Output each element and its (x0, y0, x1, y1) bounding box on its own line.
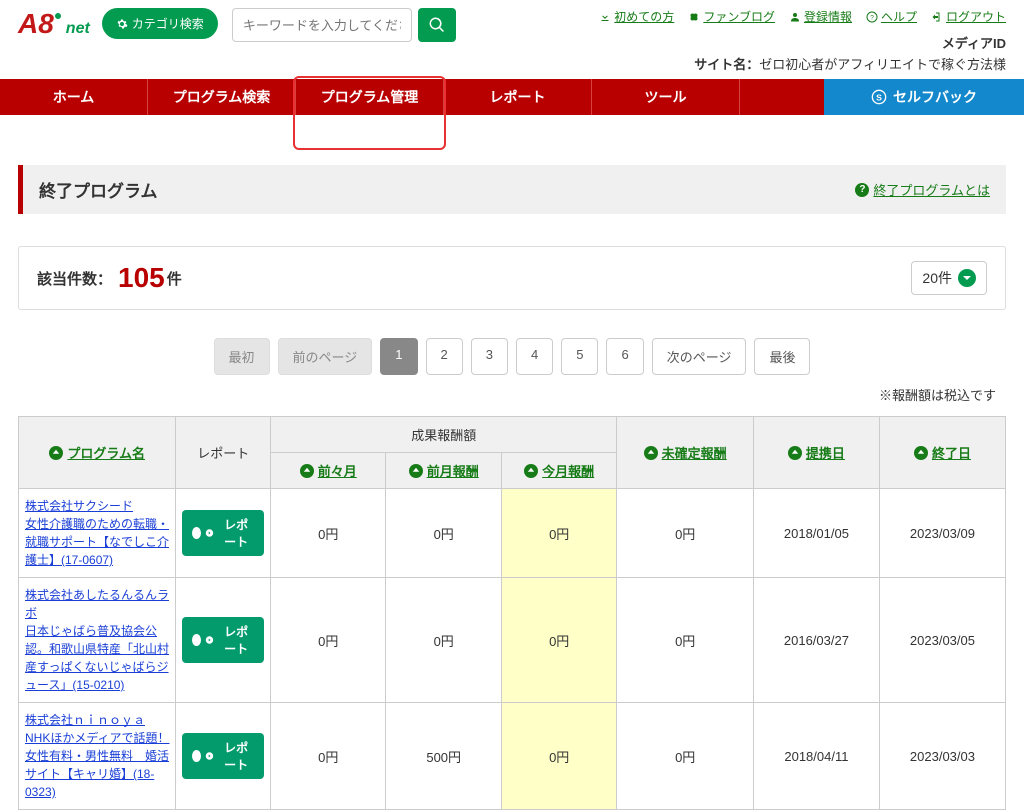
th-unconfirmed[interactable]: 未確定報酬 (662, 443, 727, 462)
table-row: 株式会社ｎｉｎｏｙａNHKほかメディアで話題！女性有料・男性無料 婚活サイト【キ… (19, 703, 1006, 810)
cell-partner-date: 2018/01/05 (753, 489, 879, 578)
cell-thismonth: 0円 (501, 489, 617, 578)
question-icon: ? (855, 183, 869, 197)
clover-icon (688, 11, 700, 23)
cell-partner-date: 2016/03/27 (753, 578, 879, 703)
sort-icon (49, 446, 63, 460)
page-prev: 前のページ (278, 338, 373, 375)
sort-icon (788, 446, 802, 460)
page-title: 終了プログラム (39, 177, 158, 202)
chevron-down-icon (958, 269, 976, 287)
page-5[interactable]: 5 (561, 338, 598, 375)
cog-icon (116, 18, 128, 30)
count-label: 該当件数： (37, 268, 112, 289)
page-1[interactable]: 1 (380, 338, 417, 375)
th-end-date[interactable]: 終了日 (932, 443, 971, 462)
selfback-icon: S (871, 89, 887, 105)
page-first: 最初 (214, 338, 270, 375)
cell-2months: 0円 (270, 578, 385, 703)
th-program[interactable]: プログラム名 (67, 443, 145, 462)
page-2[interactable]: 2 (426, 338, 463, 375)
program-link[interactable]: 株式会社あしたるんるんラボ日本じゃばら普及協会公認。和歌山県特産「北山村産すっぱ… (25, 586, 169, 694)
th-lastmonth[interactable]: 前月報酬 (427, 461, 479, 480)
table-row: 株式会社あしたるんるんラボ日本じゃばら普及協会公認。和歌山県特産「北山村産すっぱ… (19, 578, 1006, 703)
cell-end-date: 2023/03/05 (879, 578, 1005, 703)
cell-unconfirmed: 0円 (617, 489, 753, 578)
report-button[interactable]: レポート (182, 617, 263, 663)
cell-end-date: 2023/03/03 (879, 703, 1005, 810)
count-value: 105 (118, 262, 165, 294)
th-thismonth[interactable]: 今月報酬 (542, 461, 594, 480)
tab-report[interactable]: レポート (444, 79, 592, 115)
svg-text:S: S (876, 92, 882, 102)
results-table: プログラム名 レポート 成果報酬額 未確定報酬 提携日 終了日 前々月 前月報酬… (18, 416, 1006, 810)
link-whatis[interactable]: 終了プログラムとは (873, 180, 990, 199)
link-help[interactable]: ?ヘルプ (866, 8, 917, 25)
tab-program-manage[interactable]: プログラム管理 (296, 79, 444, 115)
tax-note: ※報酬額は税込です (0, 381, 1024, 416)
main-nav: ホーム プログラム検索 プログラム管理 レポート ツール S セルフバック (0, 79, 1024, 115)
sort-icon (524, 464, 538, 478)
category-search-button[interactable]: カテゴリ検索 (102, 8, 218, 39)
program-link[interactable]: 株式会社ｎｉｎｏｙａNHKほかメディアで話題！女性有料・男性無料 婚活サイト【キ… (25, 711, 169, 801)
search-icon (428, 16, 446, 34)
cell-end-date: 2023/03/09 (879, 489, 1005, 578)
cell-2months: 0円 (270, 489, 385, 578)
th-report: レポート (176, 417, 270, 489)
tab-program-search[interactable]: プログラム検索 (148, 79, 296, 115)
svg-text:?: ? (870, 14, 874, 21)
page-next[interactable]: 次のページ (652, 338, 747, 375)
user-icon (789, 11, 801, 23)
question-icon: ? (866, 11, 878, 23)
logo[interactable]: A8net (18, 8, 90, 40)
logout-icon (931, 11, 943, 23)
count-unit: 件 (167, 268, 182, 289)
cell-thismonth: 0円 (501, 578, 617, 703)
page-4[interactable]: 4 (516, 338, 553, 375)
cell-lastmonth: 0円 (386, 578, 501, 703)
page-6[interactable]: 6 (606, 338, 643, 375)
link-logout[interactable]: ログアウト (931, 8, 1006, 25)
perpage-select[interactable]: 20件 (911, 261, 987, 295)
report-button[interactable]: レポート (182, 733, 263, 779)
table-row: 株式会社サクシード女性介護職のための転職・就職サポート【なでしこ介護士】(17-… (19, 489, 1006, 578)
search-button[interactable] (418, 8, 456, 42)
link-fanblog[interactable]: ファンブログ (688, 8, 775, 25)
sort-icon (300, 464, 314, 478)
th-partner-date[interactable]: 提携日 (806, 443, 845, 462)
sort-icon (409, 464, 423, 478)
cell-lastmonth: 0円 (386, 489, 501, 578)
cell-unconfirmed: 0円 (617, 578, 753, 703)
program-link[interactable]: 株式会社サクシード女性介護職のための転職・就職サポート【なでしこ介護士】(17-… (25, 497, 169, 569)
tab-selfback[interactable]: S セルフバック (824, 79, 1024, 115)
media-id-line: メディアID (599, 33, 1006, 52)
sort-icon (914, 446, 928, 460)
sort-icon (644, 446, 658, 460)
th-2months[interactable]: 前々月 (318, 461, 357, 480)
link-beginner[interactable]: 初めての方 (599, 8, 674, 25)
pagination: 最初 前のページ 1 2 3 4 5 6 次のページ 最後 (0, 338, 1024, 375)
cell-lastmonth: 500円 (386, 703, 501, 810)
download-icon (599, 11, 611, 23)
tab-tool[interactable]: ツール (592, 79, 740, 115)
tab-home[interactable]: ホーム (0, 79, 148, 115)
cell-2months: 0円 (270, 703, 385, 810)
page-last[interactable]: 最後 (754, 338, 810, 375)
cell-unconfirmed: 0円 (617, 703, 753, 810)
cell-thismonth: 0円 (501, 703, 617, 810)
site-name-line: サイト名：ゼロ初心者がアフィリエイトで稼ぐ方法様 (599, 54, 1006, 73)
cell-partner-date: 2018/04/11 (753, 703, 879, 810)
page-3[interactable]: 3 (471, 338, 508, 375)
search-input[interactable] (232, 8, 412, 42)
link-register[interactable]: 登録情報 (789, 8, 852, 25)
th-reward-group: 成果報酬額 (270, 417, 616, 453)
report-button[interactable]: レポート (182, 510, 263, 556)
